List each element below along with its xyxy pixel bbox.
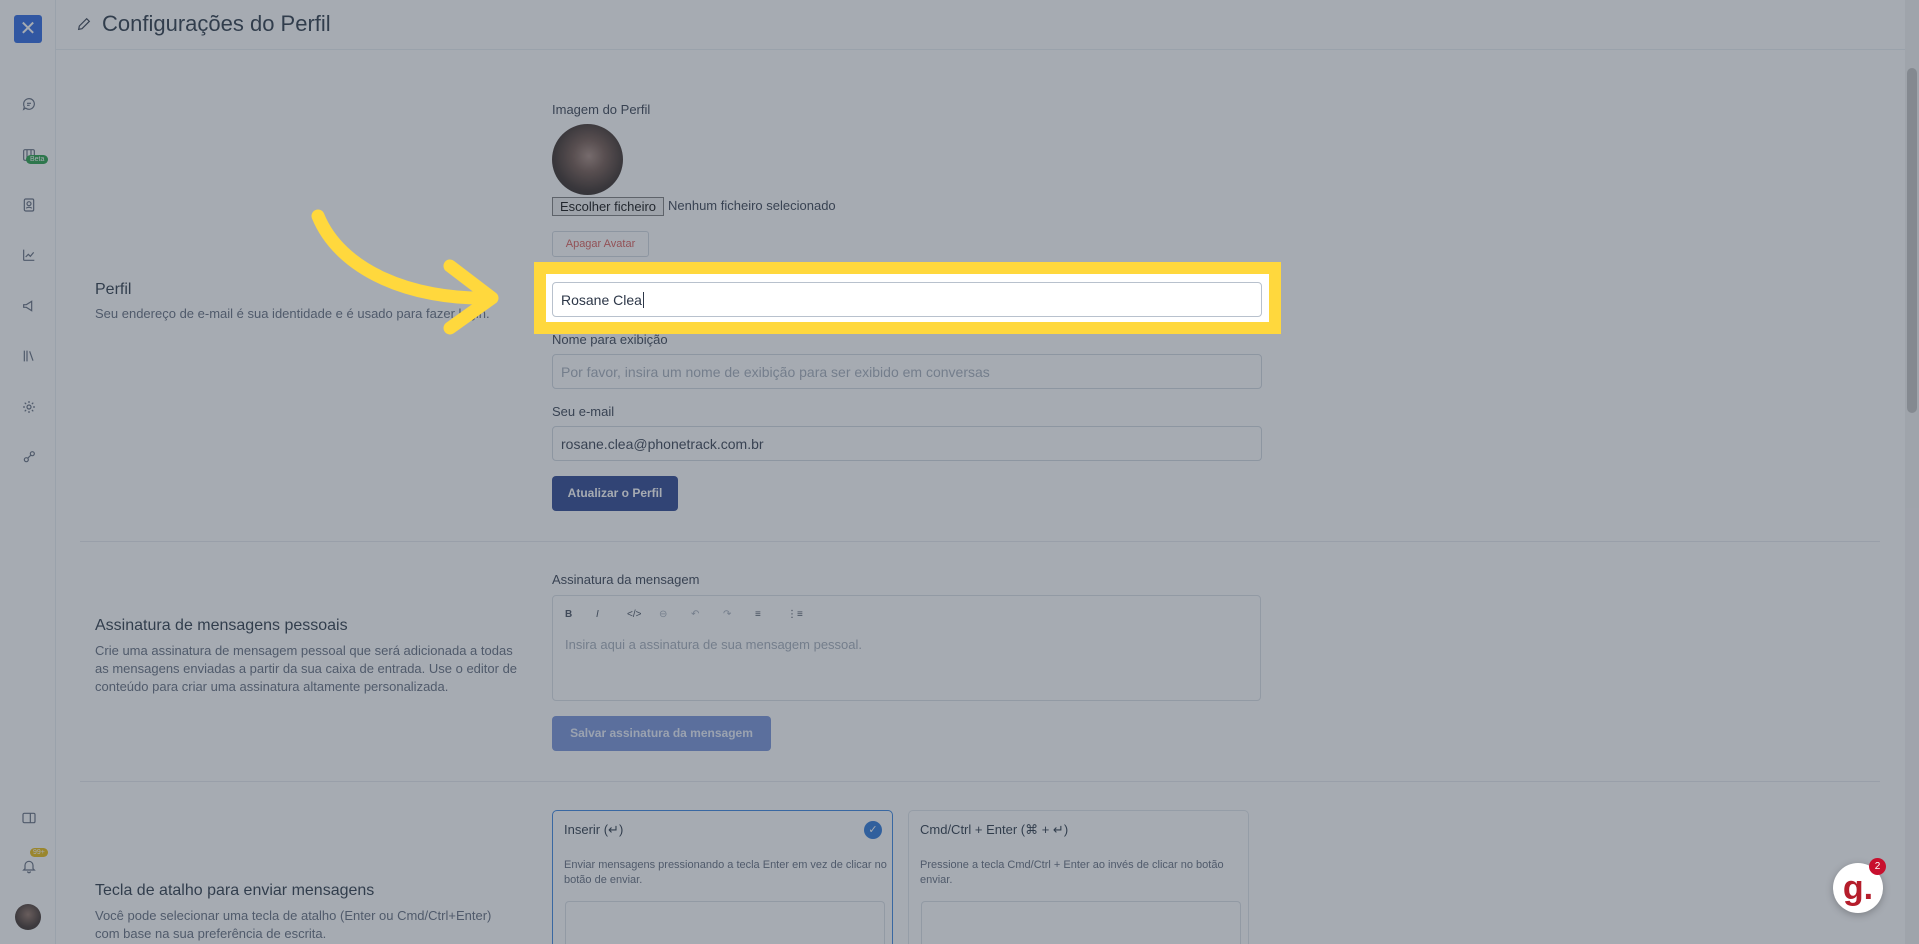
text-caret: [642, 291, 644, 308]
display-name-input[interactable]: Por favor, insira um nome de exibição pa…: [552, 354, 1262, 389]
undo-button[interactable]: ↶: [691, 609, 699, 620]
link-button[interactable]: ⊖: [659, 609, 667, 620]
code-button[interactable]: </>: [627, 609, 641, 620]
campaigns-icon[interactable]: [20, 297, 38, 315]
check-icon: ✓: [864, 821, 882, 839]
delete-avatar-button[interactable]: Apagar Avatar: [552, 231, 649, 257]
tutorial-overlay: [0, 0, 1919, 944]
save-signature-button[interactable]: Salvar assinatura da mensagem: [552, 716, 771, 751]
library-icon[interactable]: [20, 347, 38, 365]
full-name-input[interactable]: Rosane Clea: [552, 282, 1262, 317]
notifications-badge: 99+: [30, 848, 48, 857]
page-header: Configurações do Perfil: [56, 0, 1919, 50]
reports-icon[interactable]: [20, 246, 38, 264]
signature-label: Assinatura da mensagem: [552, 572, 700, 587]
hotkey-option-enter[interactable]: Inserir (↵) ✓ Enviar mensagens pressiona…: [552, 810, 893, 944]
hotkey-option-description: Pressione a tecla Cmd/Ctrl + Enter ao in…: [920, 859, 1224, 886]
user-avatar[interactable]: [15, 904, 41, 930]
email-input[interactable]: rosane.clea@phonetrack.com.br: [552, 426, 1262, 461]
dock-panel-icon[interactable]: [20, 809, 38, 827]
redo-button[interactable]: ↷: [723, 609, 731, 620]
hotkey-preview: [565, 901, 885, 944]
signature-editor[interactable]: B I </> ⊖ ↶ ↷ ≡ ⋮≡ Insira aqui a assinat…: [552, 595, 1261, 701]
settings-icon[interactable]: [20, 398, 38, 416]
profile-image-label: Imagem do Perfil: [552, 102, 651, 117]
hotkey-option-title: Inserir (↵): [564, 822, 624, 837]
hotkey-section-description: Você pode selecionar uma tecla de atalho…: [95, 908, 492, 941]
update-profile-button[interactable]: Atualizar o Perfil: [552, 476, 678, 511]
profile-image: [552, 124, 623, 195]
section-divider: [80, 541, 1880, 542]
beta-badge: Beta: [26, 155, 49, 164]
italic-button[interactable]: I: [596, 609, 599, 620]
contacts-icon[interactable]: [20, 196, 38, 214]
bold-button[interactable]: B: [565, 609, 572, 620]
signature-placeholder: Insira aqui a assinatura de sua mensagem…: [565, 637, 863, 652]
page-scrollbar[interactable]: [1905, 0, 1919, 944]
sidebar: ✕ Beta 99+: [0, 0, 56, 944]
hotkey-option-description: Enviar mensagens pressionando a tecla En…: [564, 859, 887, 886]
bell-icon[interactable]: [20, 857, 38, 875]
choose-file-button[interactable]: Escolher ficheiro: [552, 197, 664, 216]
integrations-icon[interactable]: [20, 448, 38, 466]
profile-section-title: Perfil: [95, 281, 132, 298]
section-divider: [80, 781, 1880, 782]
file-status-text: Nenhum ficheiro selecionado: [668, 198, 836, 213]
app-logo[interactable]: ✕: [14, 15, 42, 43]
bullet-list-button[interactable]: ≡: [755, 609, 761, 620]
hotkey-preview: [921, 901, 1241, 944]
full-name-value: Rosane Clea: [561, 291, 642, 308]
ordered-list-button[interactable]: ⋮≡: [787, 609, 803, 620]
chat-widget-badge: 2: [1869, 858, 1886, 875]
hotkey-section-title: Tecla de atalho para enviar mensagens: [95, 882, 375, 899]
pencil-icon: [76, 16, 92, 32]
page-title: Configurações do Perfil: [102, 11, 331, 36]
scrollbar-thumb[interactable]: [1907, 68, 1917, 413]
arrow-icon: [311, 209, 499, 335]
email-label: Seu e-mail: [552, 404, 615, 419]
display-name-label: Nome para exibição: [552, 332, 668, 347]
hotkey-option-title: Cmd/Ctrl + Enter (⌘ + ↵): [920, 822, 1069, 837]
signature-section-description: Crie uma assinatura de mensagem pessoal …: [95, 643, 518, 694]
signature-section-title: Assinatura de mensagens pessoais: [95, 617, 348, 634]
conversations-icon[interactable]: [20, 95, 38, 113]
hotkey-option-cmd-enter[interactable]: Cmd/Ctrl + Enter (⌘ + ↵) Pressione a tec…: [908, 810, 1249, 944]
